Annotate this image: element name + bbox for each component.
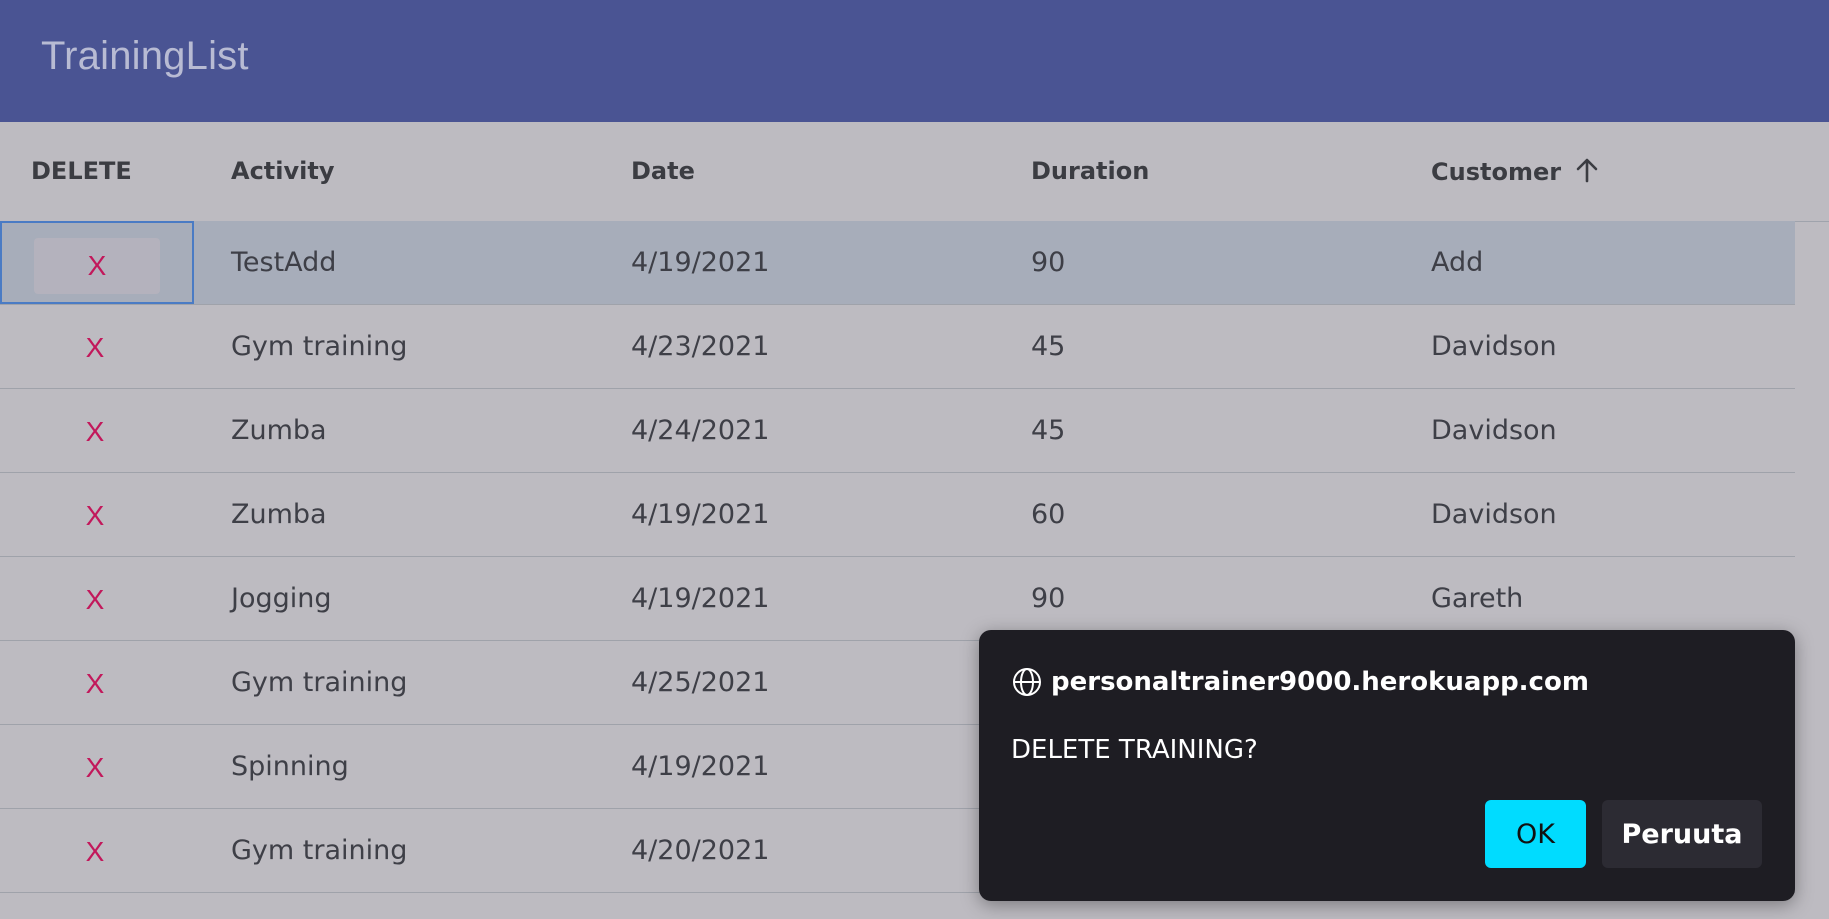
delete-row-button[interactable]: X [32,656,158,712]
delete-cell: X [0,725,194,808]
column-header-duration[interactable]: Duration [1031,157,1149,185]
delete-row-button[interactable]: X [32,320,158,376]
column-header-delete[interactable]: DELETE [31,157,132,185]
cell-activity: Gym training [231,835,408,866]
delete-row-button[interactable]: X [32,404,158,460]
cell-date: 4/20/2021 [631,835,770,866]
cancel-button[interactable]: Peruuta [1602,800,1762,868]
table-row[interactable]: X Zumba 4/24/2021 45 Davidson [0,389,1795,473]
cell-activity: Zumba [231,415,327,446]
table-row[interactable]: X Jogging 4/19/2021 90 Gareth [0,557,1795,641]
cell-date: 4/19/2021 [631,583,770,614]
training-grid: DELETE Activity Date Duration Customer X… [0,122,1829,893]
column-header-customer[interactable]: Customer [1431,157,1599,189]
cell-activity: Gym training [231,667,408,698]
delete-cell: X [0,557,194,640]
confirm-dialog: personaltrainer9000.herokuapp.com DELETE… [979,630,1795,901]
delete-row-button[interactable]: X [32,824,158,880]
dialog-message: DELETE TRAINING? [1011,735,1258,765]
delete-cell: X [0,809,194,892]
delete-row-button[interactable]: X [32,488,158,544]
app-title: TrainingList [41,34,249,78]
cell-customer: Davidson [1431,499,1557,530]
delete-cell: X [0,221,194,304]
cell-date: 4/23/2021 [631,331,770,362]
table-row[interactable]: X TestAdd 4/19/2021 90 Add [0,221,1795,305]
sort-ascending-icon[interactable] [1575,157,1599,189]
cell-customer: Davidson [1431,331,1557,362]
cell-activity: Gym training [231,331,408,362]
delete-cell: X [0,389,194,472]
cell-customer: Gareth [1431,583,1524,614]
delete-row-button[interactable]: X [32,572,158,628]
table-row[interactable]: X Gym training 4/23/2021 45 Davidson [0,305,1795,389]
ok-button[interactable]: OK [1485,800,1586,868]
cell-duration: 90 [1031,247,1066,278]
cell-date: 4/19/2021 [631,499,770,530]
cell-customer: Add [1431,247,1484,278]
cell-duration: 90 [1031,583,1066,614]
app-bar: TrainingList [0,0,1829,122]
dialog-origin: personaltrainer9000.herokuapp.com [1011,666,1589,698]
cell-date: 4/24/2021 [631,415,770,446]
cell-activity: Zumba [231,499,327,530]
delete-row-button[interactable]: X [32,740,158,796]
dialog-origin-text: personaltrainer9000.herokuapp.com [1051,667,1589,697]
cell-activity: Jogging [231,583,332,614]
cell-customer: Davidson [1431,415,1557,446]
delete-cell: X [0,305,194,388]
delete-row-button[interactable]: X [34,238,160,294]
globe-icon [1013,668,1041,696]
cell-duration: 45 [1031,415,1066,446]
grid-header: DELETE Activity Date Duration Customer [0,122,1829,222]
cell-activity: Spinning [231,751,349,782]
cell-date: 4/25/2021 [631,667,770,698]
column-header-date[interactable]: Date [631,157,695,185]
table-row[interactable]: X Zumba 4/19/2021 60 Davidson [0,473,1795,557]
column-header-customer-label: Customer [1431,158,1562,186]
delete-cell: X [0,641,194,724]
cell-date: 4/19/2021 [631,247,770,278]
column-header-activity[interactable]: Activity [231,157,335,185]
cell-activity: TestAdd [231,247,337,278]
cell-duration: 60 [1031,499,1066,530]
cell-date: 4/19/2021 [631,751,770,782]
delete-cell: X [0,473,194,556]
cell-duration: 45 [1031,331,1066,362]
